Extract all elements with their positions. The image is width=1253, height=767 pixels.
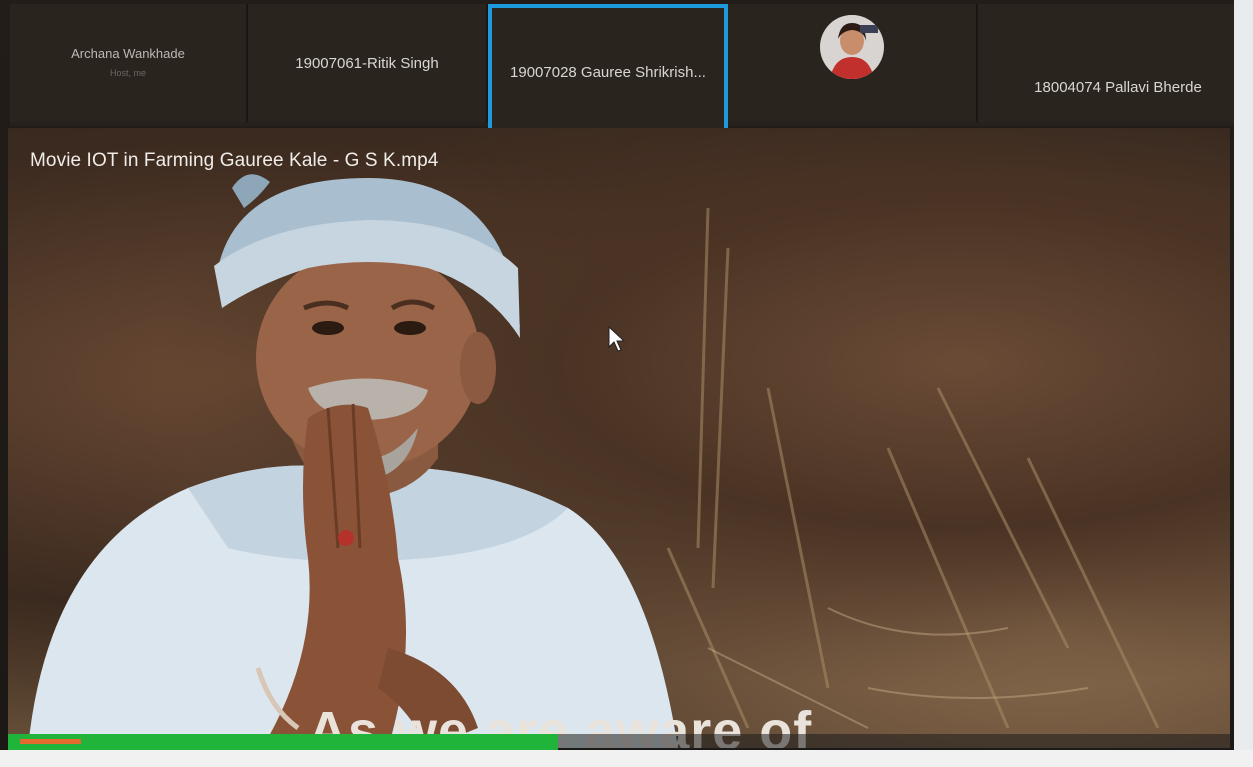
participant-tile-avatar[interactable] <box>728 4 978 122</box>
participant-tile-pallavi[interactable]: 18004074 Pallavi Bherde <box>978 4 1238 122</box>
participant-name: 19007028 Gauree Shrikrish... <box>510 63 706 81</box>
participant-tile-archana[interactable]: Archana Wankhade Host, me <box>10 4 248 122</box>
farmer-image <box>28 174 1160 748</box>
participant-name: 19007061-Ritik Singh <box>295 54 439 72</box>
shared-video[interactable]: Movie IOT in Farming Gauree Kale - G S K… <box>8 128 1230 748</box>
participant-name: 18004074 Pallavi Bherde <box>1034 78 1202 96</box>
window-edge-bottom <box>0 750 1253 767</box>
video-title: Movie IOT in Farming Gauree Kale - G S K… <box>30 150 439 171</box>
participant-role: Host, me <box>109 68 146 78</box>
participant-strip: Archana Wankhade Host, me 19007061-Ritik… <box>10 4 1242 140</box>
video-played-indicator <box>20 739 81 744</box>
participant-tile-ritik[interactable]: 19007061-Ritik Singh <box>248 4 488 122</box>
window-edge-right <box>1234 0 1253 767</box>
participant-avatar <box>820 15 884 79</box>
participant-tile-gauree-active-speaker[interactable]: 19007028 Gauree Shrikrish... <box>488 4 728 140</box>
video-progress-fill <box>8 734 558 750</box>
screen: Archana Wankhade Host, me 19007061-Ritik… <box>0 0 1253 767</box>
video-progress-track[interactable] <box>8 734 1230 750</box>
mouse-cursor-icon <box>608 326 626 352</box>
participant-name: Archana Wankhade <box>71 45 185 61</box>
